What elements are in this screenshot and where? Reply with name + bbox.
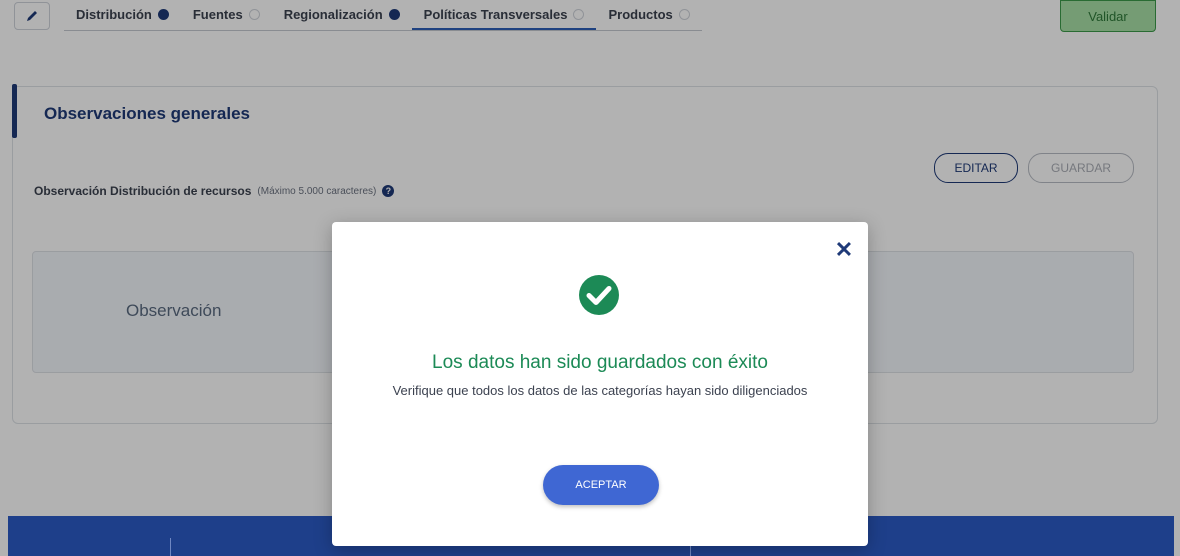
dialog-message: Verifique que todos los datos de las cat…	[392, 383, 808, 398]
footer-divider	[170, 538, 171, 556]
close-icon[interactable]: ✕	[834, 239, 854, 261]
accept-button[interactable]: ACEPTAR	[543, 465, 659, 505]
dialog-title: Los datos han sido guardados con éxito	[432, 352, 768, 373]
success-dialog: ✕ Los datos han sido guardados con éxito…	[332, 222, 868, 546]
check-circle-icon	[579, 275, 619, 315]
